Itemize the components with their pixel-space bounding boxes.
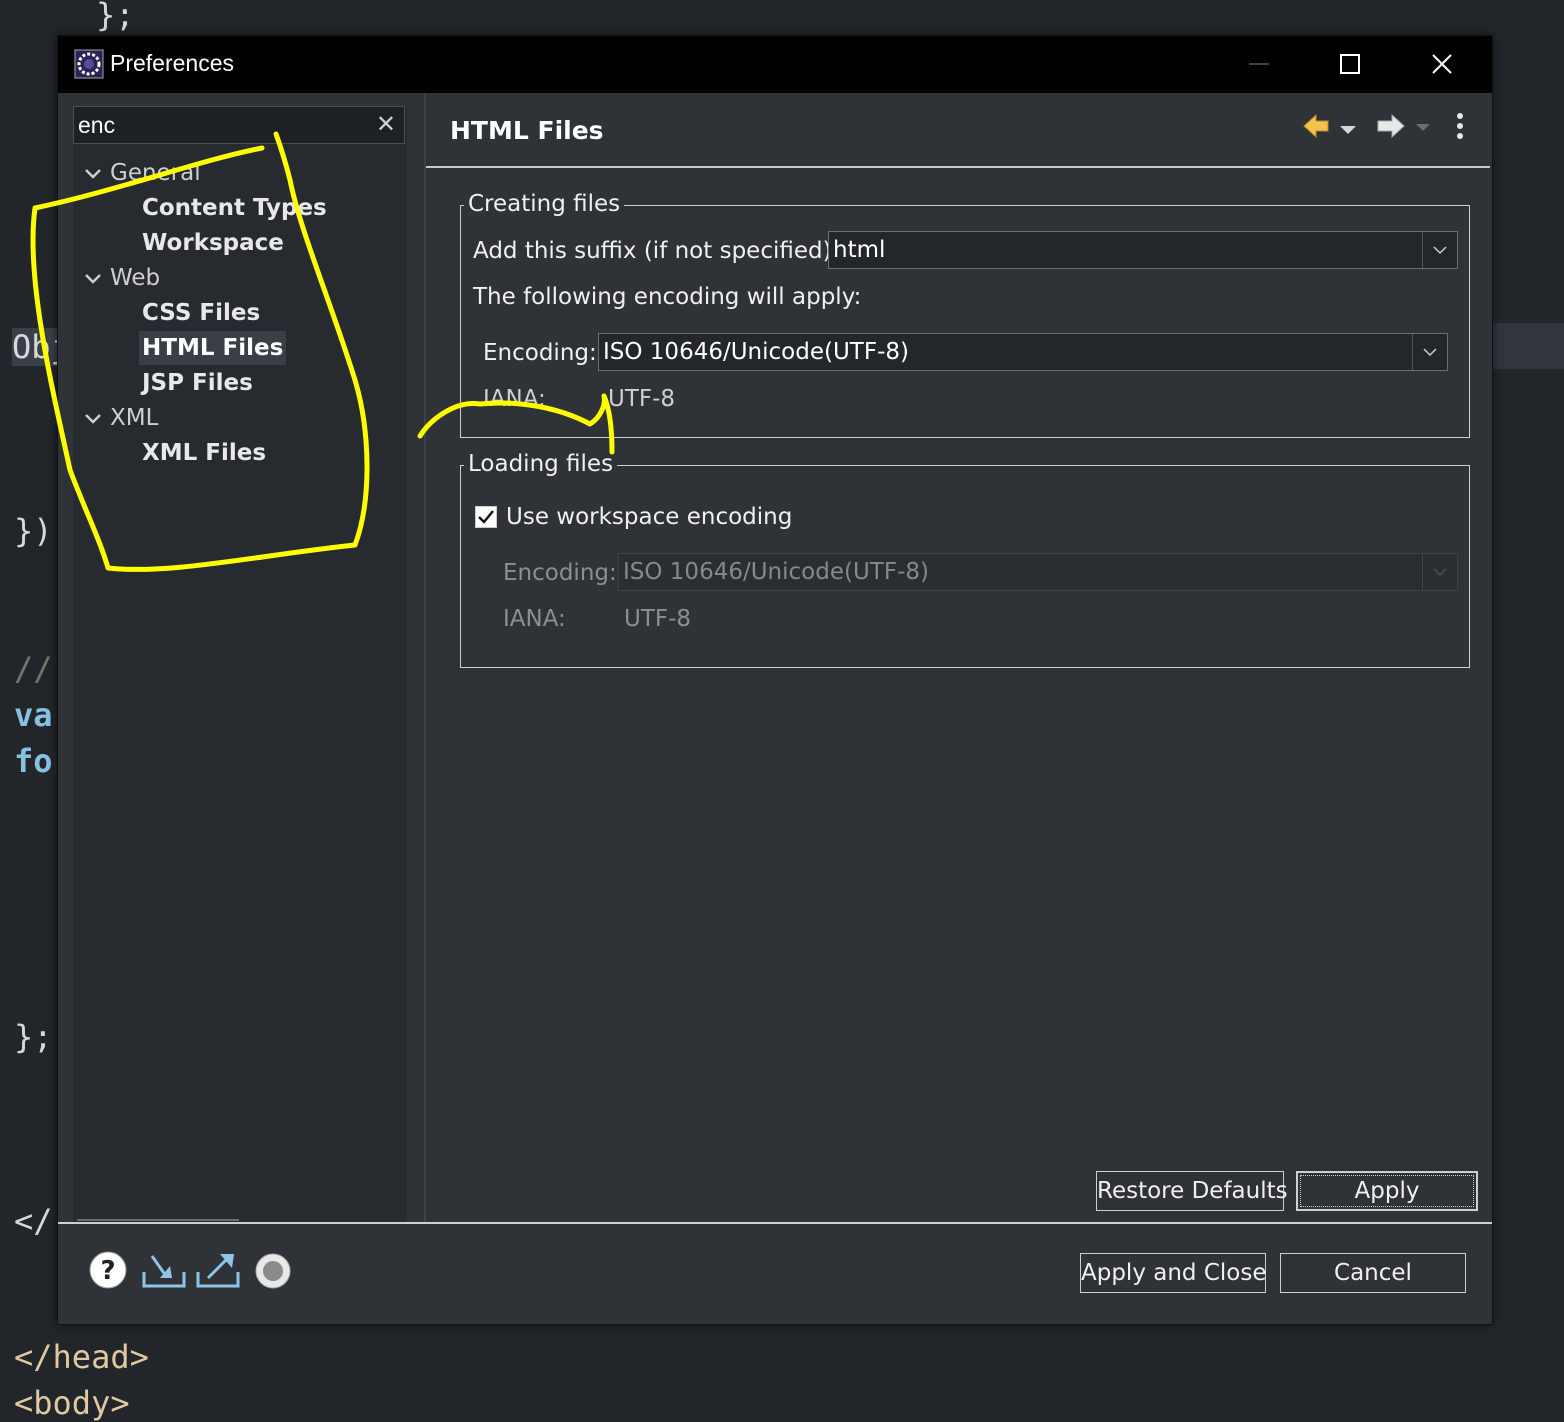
annotation-overlay: [30, 131, 615, 572]
